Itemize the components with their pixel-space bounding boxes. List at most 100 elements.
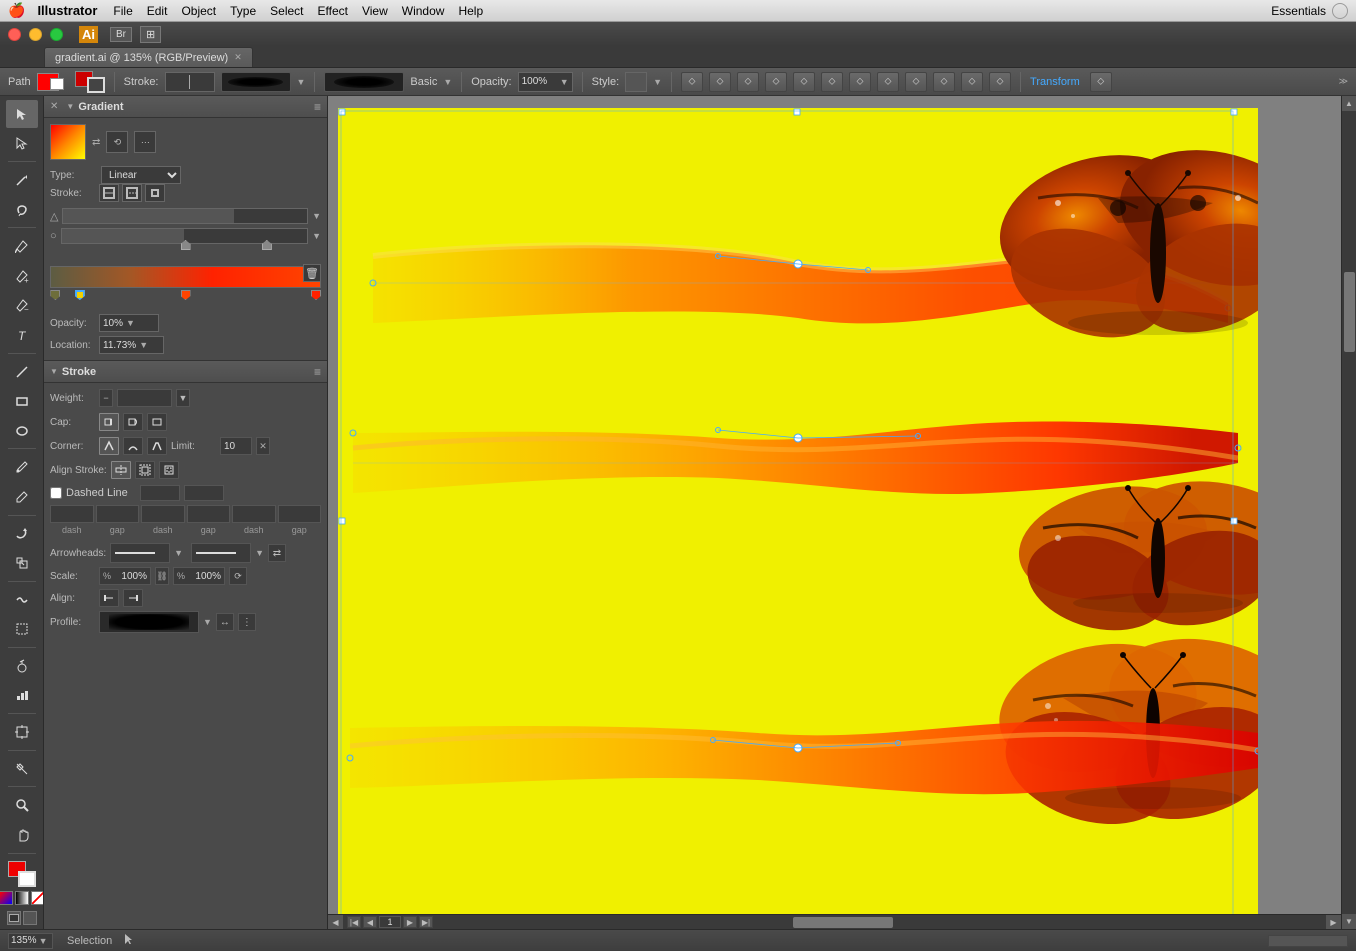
corner-round[interactable] bbox=[123, 437, 143, 455]
align-top[interactable]: ⬦ bbox=[849, 72, 871, 92]
canvas-area[interactable]: ▲ ▼ ◀ |◀ ◀ 1 ▶ ▶| ▶ bbox=[328, 96, 1356, 929]
chevron-arrow-start[interactable]: ▼ bbox=[174, 548, 183, 558]
location-value-input[interactable]: 11.73% ▼ bbox=[99, 336, 164, 354]
scroll-down-arrow[interactable]: ▼ bbox=[1342, 914, 1356, 929]
arrowhead-start-select[interactable] bbox=[110, 543, 170, 563]
distribute-horiz[interactable]: ⬦ bbox=[765, 72, 787, 92]
style-selector[interactable] bbox=[625, 72, 647, 92]
align-bottom[interactable]: ⬦ bbox=[877, 72, 899, 92]
arrange-icon[interactable]: ⊞ bbox=[140, 26, 161, 43]
arrowhead-end-select[interactable] bbox=[191, 543, 251, 563]
gradient-reverse-btn[interactable]: ⟲ bbox=[106, 131, 128, 153]
document-tab[interactable]: gradient.ai @ 135% (RGB/Preview) ✕ bbox=[44, 47, 253, 67]
dash-input-3[interactable] bbox=[232, 505, 276, 523]
arrowhead-swap-btn[interactable]: ⇄ bbox=[268, 544, 286, 562]
gradient-panel-header[interactable]: ✕ ▼ Gradient ≡ bbox=[44, 96, 327, 118]
lasso-tool[interactable] bbox=[6, 196, 38, 224]
angle-menu[interactable]: ▼ bbox=[312, 211, 321, 221]
stroke-color-selector[interactable] bbox=[75, 71, 105, 93]
align-end-btn[interactable] bbox=[123, 589, 143, 607]
symbol-sprayer-tool[interactable] bbox=[6, 652, 38, 680]
menu-effect[interactable]: Effect bbox=[318, 4, 348, 18]
artboard-tool[interactable] bbox=[6, 718, 38, 746]
full-screen-btn[interactable] bbox=[23, 911, 37, 925]
brush-preview-box[interactable] bbox=[324, 72, 404, 92]
delete-stop-btn[interactable]: 🗑 bbox=[303, 264, 321, 282]
transform-options[interactable]: ⬦ bbox=[1090, 72, 1112, 92]
minimize-button[interactable] bbox=[29, 28, 42, 41]
slice-tool[interactable] bbox=[6, 755, 38, 783]
chevron-profile[interactable]: ▼ bbox=[203, 617, 212, 627]
align-center-stroke[interactable] bbox=[111, 461, 131, 479]
scroll-track-h[interactable] bbox=[437, 915, 1326, 929]
length-menu[interactable]: ▼ bbox=[312, 231, 321, 241]
chevron-arrow-end[interactable]: ▼ bbox=[255, 548, 264, 558]
opacity-value-input[interactable]: 10% ▼ bbox=[99, 314, 159, 332]
scroll-left-arrow[interactable]: ◀ bbox=[328, 915, 343, 929]
chevron-down-brush[interactable]: ▼ bbox=[443, 77, 452, 87]
distribute-spacing-v[interactable]: ⬦ bbox=[933, 72, 955, 92]
scroll-track-v[interactable] bbox=[1342, 111, 1356, 914]
menu-object[interactable]: Object bbox=[181, 4, 216, 18]
delete-anchor-tool[interactable]: − bbox=[6, 292, 38, 320]
menu-view[interactable]: View bbox=[362, 4, 388, 18]
corner-miter[interactable] bbox=[99, 437, 119, 455]
fill-color-box[interactable] bbox=[37, 73, 59, 91]
stroke-across-icon[interactable] bbox=[145, 184, 165, 202]
stroke-panel-menu[interactable]: ≡ bbox=[314, 365, 321, 379]
selection-tool[interactable] bbox=[6, 100, 38, 128]
dash-pattern-2[interactable] bbox=[184, 485, 224, 501]
tab-close-icon[interactable]: ✕ bbox=[234, 52, 242, 63]
angle-slider[interactable] bbox=[62, 208, 308, 224]
essentials-label[interactable]: Essentials bbox=[1271, 4, 1326, 18]
menu-select[interactable]: Select bbox=[270, 4, 303, 18]
menu-edit[interactable]: Edit bbox=[147, 4, 168, 18]
gradient-type-select[interactable]: Linear bbox=[101, 166, 181, 184]
align-inside-stroke[interactable] bbox=[135, 461, 155, 479]
pencil-tool[interactable] bbox=[6, 483, 38, 511]
align-start-btn[interactable] bbox=[99, 589, 119, 607]
gradient-options-btn[interactable]: ⋯ bbox=[134, 131, 156, 153]
menu-file[interactable]: File bbox=[113, 4, 132, 18]
menu-type[interactable]: Type bbox=[230, 4, 256, 18]
first-page-btn[interactable]: |◀ bbox=[347, 916, 361, 928]
column-graph-tool[interactable] bbox=[6, 682, 38, 710]
gradient-panel-triangle[interactable]: ▼ bbox=[66, 102, 74, 111]
cap-square[interactable] bbox=[147, 413, 167, 431]
gap-input-1[interactable] bbox=[96, 505, 140, 523]
scroll-right-arrow[interactable]: ▶ bbox=[1326, 915, 1341, 929]
dashed-line-checkbox[interactable] bbox=[50, 487, 62, 499]
page-number[interactable]: 1 bbox=[379, 916, 401, 928]
ellipse-tool[interactable] bbox=[6, 417, 38, 445]
search-icon-menu[interactable] bbox=[1332, 3, 1348, 19]
gradient-swap-icon[interactable]: ⇄ bbox=[92, 137, 100, 148]
line-tool[interactable] bbox=[6, 358, 38, 386]
profile-options-btn[interactable]: ⋮ bbox=[238, 613, 256, 631]
cap-butt[interactable] bbox=[99, 413, 119, 431]
limit-x-btn[interactable]: ✕ bbox=[256, 437, 270, 455]
transform-label[interactable]: Transform bbox=[1030, 76, 1080, 88]
rotate-tool[interactable] bbox=[6, 520, 38, 548]
zoom-input[interactable]: 135% ▼ bbox=[8, 933, 53, 949]
last-page-btn[interactable]: ▶| bbox=[419, 916, 433, 928]
corner-bevel[interactable] bbox=[147, 437, 167, 455]
menu-help[interactable]: Help bbox=[458, 4, 483, 18]
stroke-panel-triangle[interactable]: ▼ bbox=[50, 367, 58, 376]
align-outside-stroke[interactable] bbox=[159, 461, 179, 479]
profile-flip-btn[interactable]: ↔ bbox=[216, 613, 234, 631]
warp-tool[interactable] bbox=[6, 586, 38, 614]
fill-stroke-indicator[interactable] bbox=[8, 861, 36, 887]
hand-tool[interactable] bbox=[6, 821, 38, 849]
stroke-weight-input[interactable] bbox=[165, 72, 215, 92]
stroke-along-icon[interactable] bbox=[122, 184, 142, 202]
menu-window[interactable]: Window bbox=[402, 4, 445, 18]
apple-menu[interactable]: 🍎 bbox=[8, 2, 25, 19]
profile-select[interactable] bbox=[99, 611, 199, 633]
limit-input[interactable]: 10 bbox=[220, 437, 252, 455]
dash-input-1[interactable] bbox=[50, 505, 94, 523]
reflect-tool-icon[interactable]: ⬦ bbox=[989, 72, 1011, 92]
gradient-panel-menu[interactable]: ≡ bbox=[314, 100, 321, 114]
paintbrush-tool[interactable] bbox=[6, 453, 38, 481]
stroke-preview-box[interactable] bbox=[221, 72, 291, 92]
gap-input-2[interactable] bbox=[187, 505, 231, 523]
